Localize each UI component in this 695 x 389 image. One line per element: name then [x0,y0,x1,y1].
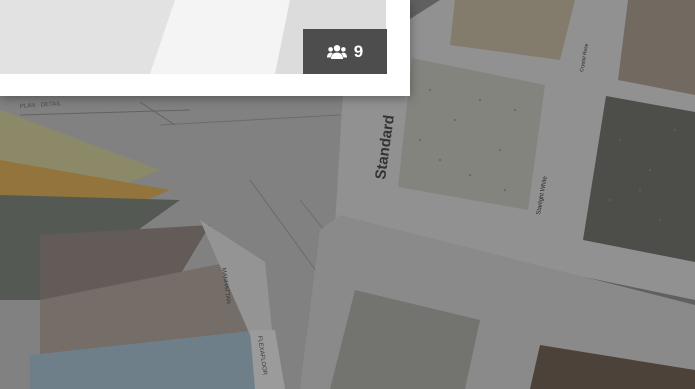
lightbox-stage: PLAN · DETAIL Standard Starlight White C… [0,0,695,389]
board-card[interactable]: 9 [0,0,410,96]
members-count: 9 [353,41,364,61]
users-icon [326,44,347,60]
members-count-badge[interactable]: 9 [303,29,387,74]
